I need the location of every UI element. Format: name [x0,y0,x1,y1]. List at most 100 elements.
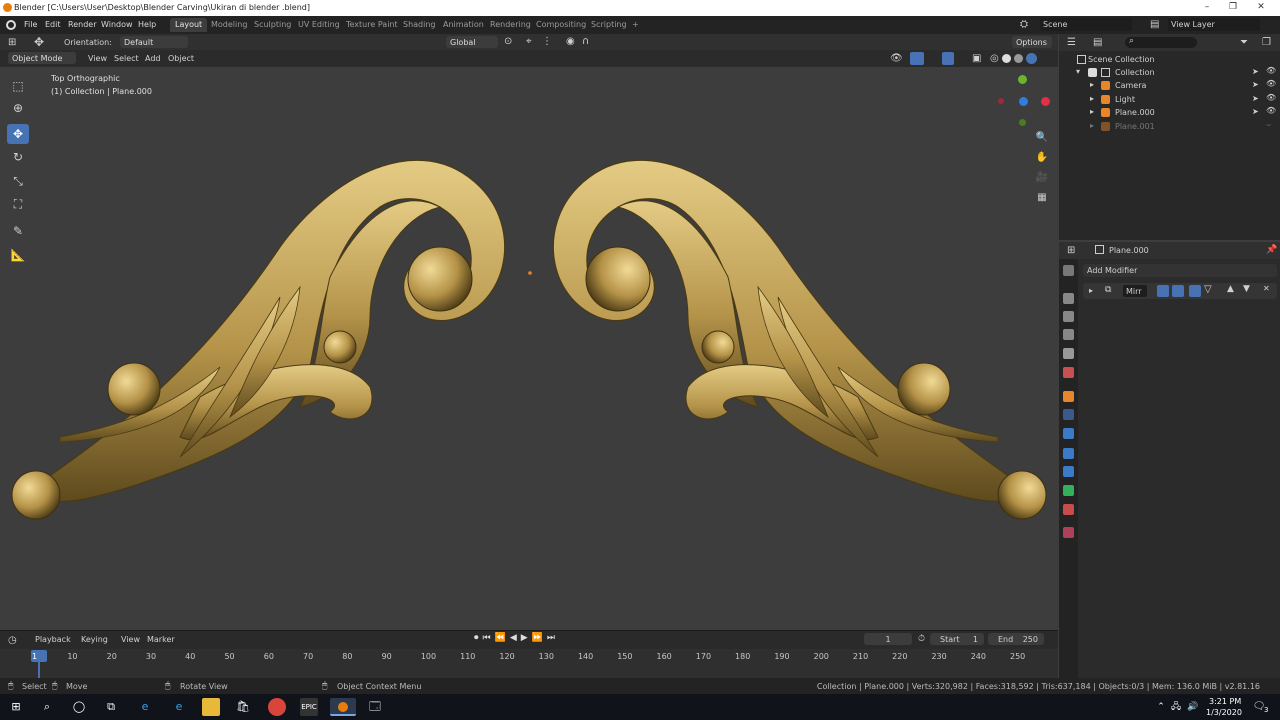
axis-neg-y-icon[interactable] [1019,119,1026,126]
data-tab-icon[interactable] [1063,485,1074,496]
scene-icon[interactable]: ⛭ [1020,19,1028,30]
ie-icon[interactable]: e [170,698,188,716]
tool-tab-icon[interactable] [1063,265,1074,276]
cursor-icon[interactable]: ⊕ [7,98,29,118]
next-key-icon[interactable]: ⏩ [532,633,543,643]
menu-keying[interactable]: Keying [81,635,108,644]
scene-selector[interactable]: Scene [1040,18,1132,31]
eye-icon[interactable]: 👁 [1266,79,1276,88]
tab-uv-editing[interactable]: UV Editing [293,18,345,32]
play-reverse-icon[interactable]: ◀ [510,633,517,643]
expand-arrow-icon[interactable]: ▾ [1076,67,1080,76]
tab-animation[interactable]: Animation [438,18,489,32]
current-frame-field[interactable]: 1 [864,633,912,645]
end-frame-field[interactable]: End 250 [988,633,1044,645]
snap-target-icon[interactable]: ⋮ [542,36,552,47]
axis-y-icon[interactable] [1018,75,1027,84]
outliner-item[interactable]: ▸ Plane.001 ⌣ [1059,120,1280,133]
hidden-eye-icon[interactable]: ⌣ [1266,120,1271,130]
axis-neg-x-icon[interactable] [998,98,1004,104]
record-icon[interactable]: ⏺ [474,633,479,643]
preview-range-icon[interactable]: ⏱ [918,634,925,644]
menu-help[interactable]: Help [138,20,156,29]
rendered-shading-icon[interactable] [1026,53,1037,64]
pan-hand-icon[interactable]: ✋ [1033,149,1051,167]
play-icon[interactable]: ▶ [521,633,528,643]
move-up-icon[interactable]: ▲ [1227,284,1234,294]
select-arrow-icon[interactable]: ➤ [1252,107,1259,116]
tab-sculpting[interactable]: Sculpting [249,18,296,32]
ornament-right-half[interactable] [552,159,1047,520]
physics-tab-icon[interactable] [1063,448,1074,459]
add-workspace-button[interactable]: + [627,18,644,32]
material-tab-icon[interactable] [1063,504,1074,515]
zoom-icon[interactable]: 🔍 [1033,129,1051,147]
clock-time[interactable]: 3:21 PM [1209,697,1241,706]
outliner-item[interactable]: ▸ Plane.000 ➤ 👁 [1059,106,1280,119]
outliner-item[interactable]: ▸ Camera ➤ 👁 [1059,79,1280,92]
tab-scripting[interactable]: Scripting [586,18,632,32]
tab-modeling[interactable]: Modeling [206,18,252,32]
editmode-toggle-icon[interactable] [1189,285,1201,297]
rotate-icon[interactable]: ↻ [7,147,29,167]
mode-dropdown[interactable]: Object Mode [8,52,76,64]
expand-arrow-icon[interactable]: ▸ [1090,121,1094,130]
file-explorer-icon[interactable] [202,698,220,716]
ornament-left-half[interactable] [11,159,506,520]
xray-icon[interactable]: ▣ [972,53,981,64]
visibility-icon[interactable]: 👁 [890,53,903,64]
pin-icon[interactable]: 📌 [1266,245,1277,255]
tab-rendering[interactable]: Rendering [485,18,536,32]
menu-playback[interactable]: Playback [35,635,71,644]
select-arrow-icon[interactable]: ➤ [1252,80,1259,89]
solid-shading-icon[interactable] [1002,54,1011,63]
app-window-icon[interactable]: 🗔 [366,698,384,716]
outliner-search-input[interactable] [1125,37,1197,48]
outliner-editor-icon[interactable]: ☰ [1067,37,1076,48]
search-icon[interactable]: ⌕ [38,698,56,716]
world-tab-icon[interactable] [1063,367,1074,378]
axis-x-icon[interactable] [1041,97,1050,106]
filter-icon[interactable]: ⏷ [1240,37,1248,48]
new-collection-icon[interactable]: ❐ [1262,37,1271,48]
menu-view[interactable]: View [88,54,107,63]
menu-marker[interactable]: Marker [147,635,175,644]
realtime-toggle-icon[interactable] [1157,285,1169,297]
measure-icon[interactable]: 📐 [7,245,29,265]
epic-launcher-icon[interactable]: EPIC [300,698,318,716]
menu-select[interactable]: Select [114,54,139,63]
render-toggle-icon[interactable] [1172,285,1184,297]
transform-icon[interactable]: ⛶ [7,194,29,214]
cage-toggle-icon[interactable]: ▽ [1204,284,1212,295]
timeline-editor-icon[interactable]: ◷ [8,635,17,646]
scale-icon[interactable]: ⤡ [7,171,29,191]
menu-file[interactable]: File [24,20,37,29]
camera-view-icon[interactable]: 🎥 [1033,169,1051,187]
cortana-icon[interactable]: ◯ [70,698,88,716]
menu-object[interactable]: Object [168,54,194,63]
particles-tab-icon[interactable] [1063,428,1074,439]
select-box-icon[interactable]: ⬚ [7,76,29,96]
outliner-item[interactable]: ▸ Light ➤ 👁 [1059,93,1280,106]
eye-icon[interactable]: 👁 [1266,66,1276,75]
menu-add[interactable]: Add [145,54,161,63]
wireframe-shading-icon[interactable]: ◎ [990,53,999,64]
object-tab-icon[interactable] [1063,391,1074,402]
checkbox-icon[interactable] [1088,68,1097,77]
store-icon[interactable]: 🛍 [234,698,252,716]
maximize-button[interactable]: ❐ [1224,2,1242,12]
overlay-toggle-icon[interactable] [942,52,954,65]
ortho-grid-icon[interactable]: ▦ [1033,189,1051,207]
move-tool-icon[interactable]: ✥ [34,35,44,49]
jump-end-icon[interactable]: ⏭ [547,633,555,643]
volume-icon[interactable]: 🔊 [1184,698,1202,716]
eye-icon[interactable]: 👁 [1266,106,1276,115]
orientation-dropdown[interactable]: Default [120,36,188,48]
menu-window[interactable]: Window [101,20,133,29]
blender-taskbar-icon[interactable] [330,698,356,716]
add-modifier-dropdown[interactable]: Add Modifier [1083,264,1277,277]
tab-texture-paint[interactable]: Texture Paint [341,18,403,32]
remove-modifier-icon[interactable]: ✕ [1263,284,1270,293]
editor-type-icon[interactable]: ⊞ [8,37,16,48]
frame-ruler[interactable]: 1 10 20 30 40 50 60 70 80 90 100 110 120 130 140 150 160… [0,649,1058,679]
